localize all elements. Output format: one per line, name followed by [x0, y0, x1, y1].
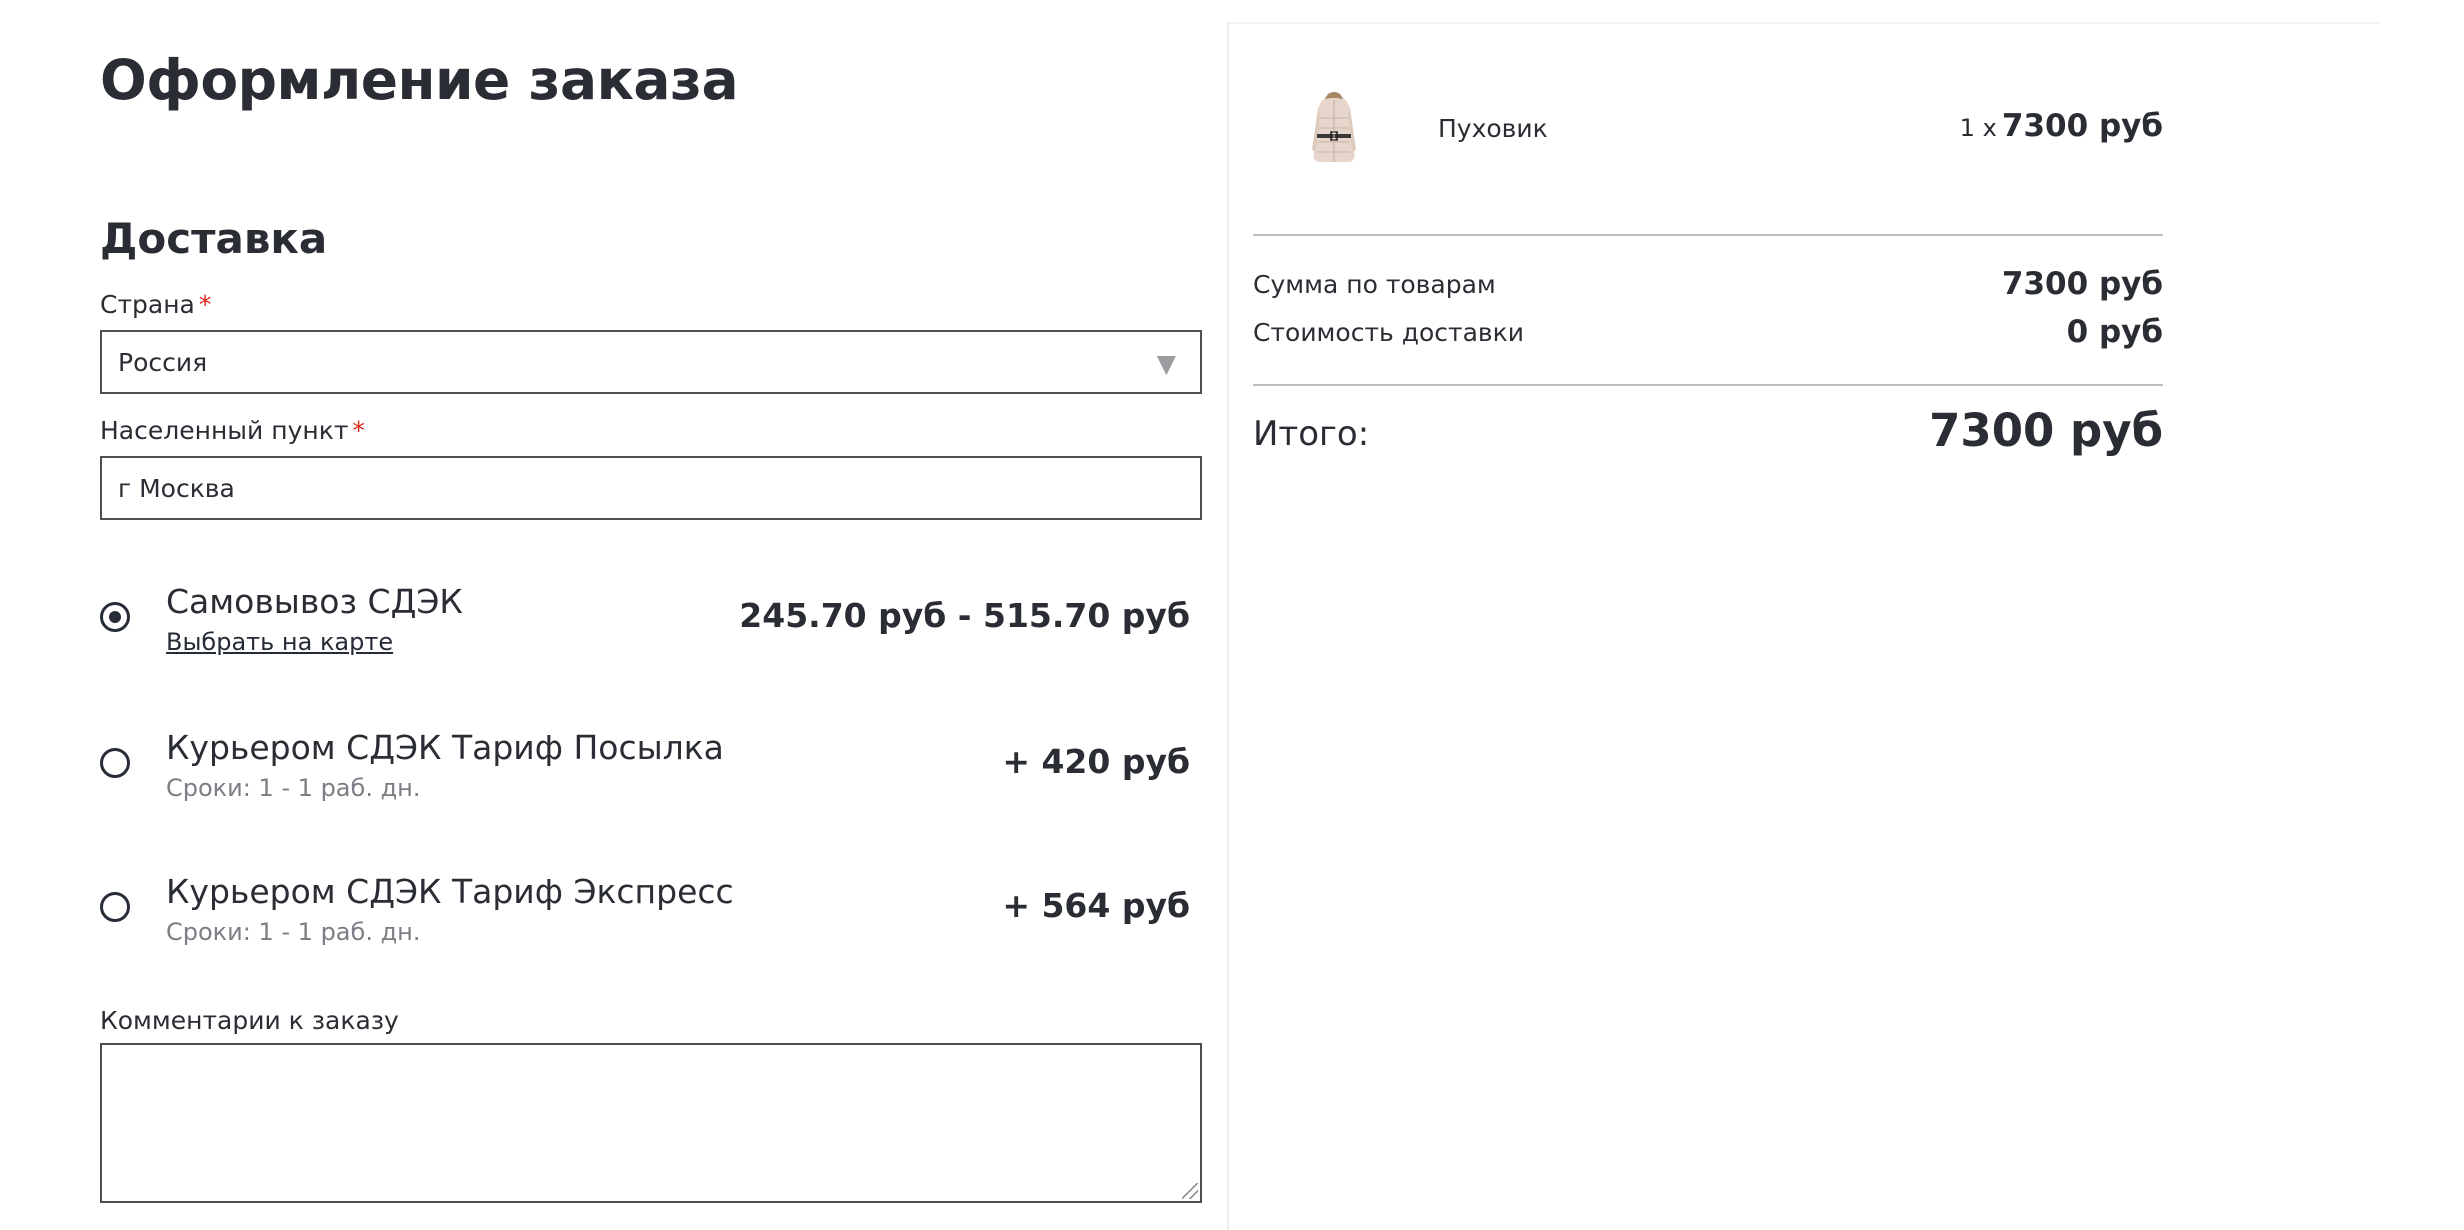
choose-on-map-link[interactable]: Выбрать на карте	[166, 628, 393, 656]
delivery-option-name: Курьером СДЭК Тариф Посылка	[166, 728, 724, 767]
city-input-value: г Москва	[118, 473, 235, 503]
grand-total-label: Итого:	[1253, 414, 1370, 454]
delivery-option-courier-express[interactable]: Курьером СДЭК Тариф Экспресс Сроки: 1 - …	[100, 872, 1190, 952]
dropdown-arrow-icon: ▼	[1156, 349, 1176, 378]
comment-label: Комментарии к заказу	[100, 1006, 399, 1035]
summary-divider	[1253, 234, 2163, 236]
delivery-option-courier-parcel[interactable]: Курьером СДЭК Тариф Посылка Сроки: 1 - 1…	[100, 728, 1190, 808]
product-name: Пуховик	[1438, 114, 1548, 143]
product-qty: 1 x	[1959, 114, 1997, 142]
required-mark: *	[198, 290, 212, 319]
delivery-option-price: + 420 руб	[1002, 742, 1190, 781]
delivery-option-name: Самовывоз СДЭК	[166, 582, 463, 621]
country-select-value: Россия	[118, 347, 208, 377]
city-label: Населенный пункт *	[100, 416, 365, 445]
radio-selected-icon[interactable]	[100, 602, 130, 632]
product-amount: 7300 руб	[2001, 108, 2163, 144]
comment-textarea[interactable]	[100, 1043, 1202, 1203]
shipping-cost-value: 0 руб	[2066, 314, 2163, 350]
delivery-option-terms: Сроки: 1 - 1 раб. дн.	[166, 774, 421, 802]
delivery-option-name: Курьером СДЭК Тариф Экспресс	[166, 872, 734, 911]
delivery-option-price: 245.70 руб - 515.70 руб	[739, 596, 1190, 635]
delivery-option-pickup[interactable]: Самовывоз СДЭК Выбрать на карте 245.70 р…	[100, 582, 1190, 662]
checkout-page: Оформление заказа Доставка Страна * Росси…	[0, 0, 2464, 1230]
delivery-section-title: Доставка	[100, 214, 328, 263]
delivery-option-terms: Сроки: 1 - 1 раб. дн.	[166, 918, 421, 946]
country-label: Страна *	[100, 290, 211, 319]
required-mark: *	[352, 416, 365, 445]
radio-unselected-icon[interactable]	[100, 748, 130, 778]
country-select[interactable]: Россия ▼	[100, 330, 1202, 394]
city-input[interactable]: г Москва	[100, 456, 1202, 520]
column-divider	[1227, 22, 1229, 1230]
grand-total-value: 7300 руб	[1929, 404, 2163, 457]
summary-divider	[1253, 384, 2163, 386]
radio-unselected-icon[interactable]	[100, 892, 130, 922]
goods-total-label: Сумма по товарам	[1253, 270, 1496, 299]
city-label-text: Населенный пункт	[100, 416, 349, 445]
shipping-cost-label: Стоимость доставки	[1253, 318, 1524, 347]
country-label-text: Страна	[100, 290, 195, 319]
down-jacket-thumbnail-icon	[1312, 92, 1356, 162]
product-price: 1 x 7300 руб	[1960, 108, 2163, 144]
resize-grip-icon[interactable]	[1182, 1183, 1198, 1199]
summary-top-border	[1229, 22, 2379, 24]
goods-total-value: 7300 руб	[2001, 266, 2163, 302]
page-title: Оформление заказа	[100, 48, 739, 112]
delivery-option-price: + 564 руб	[1002, 886, 1190, 925]
